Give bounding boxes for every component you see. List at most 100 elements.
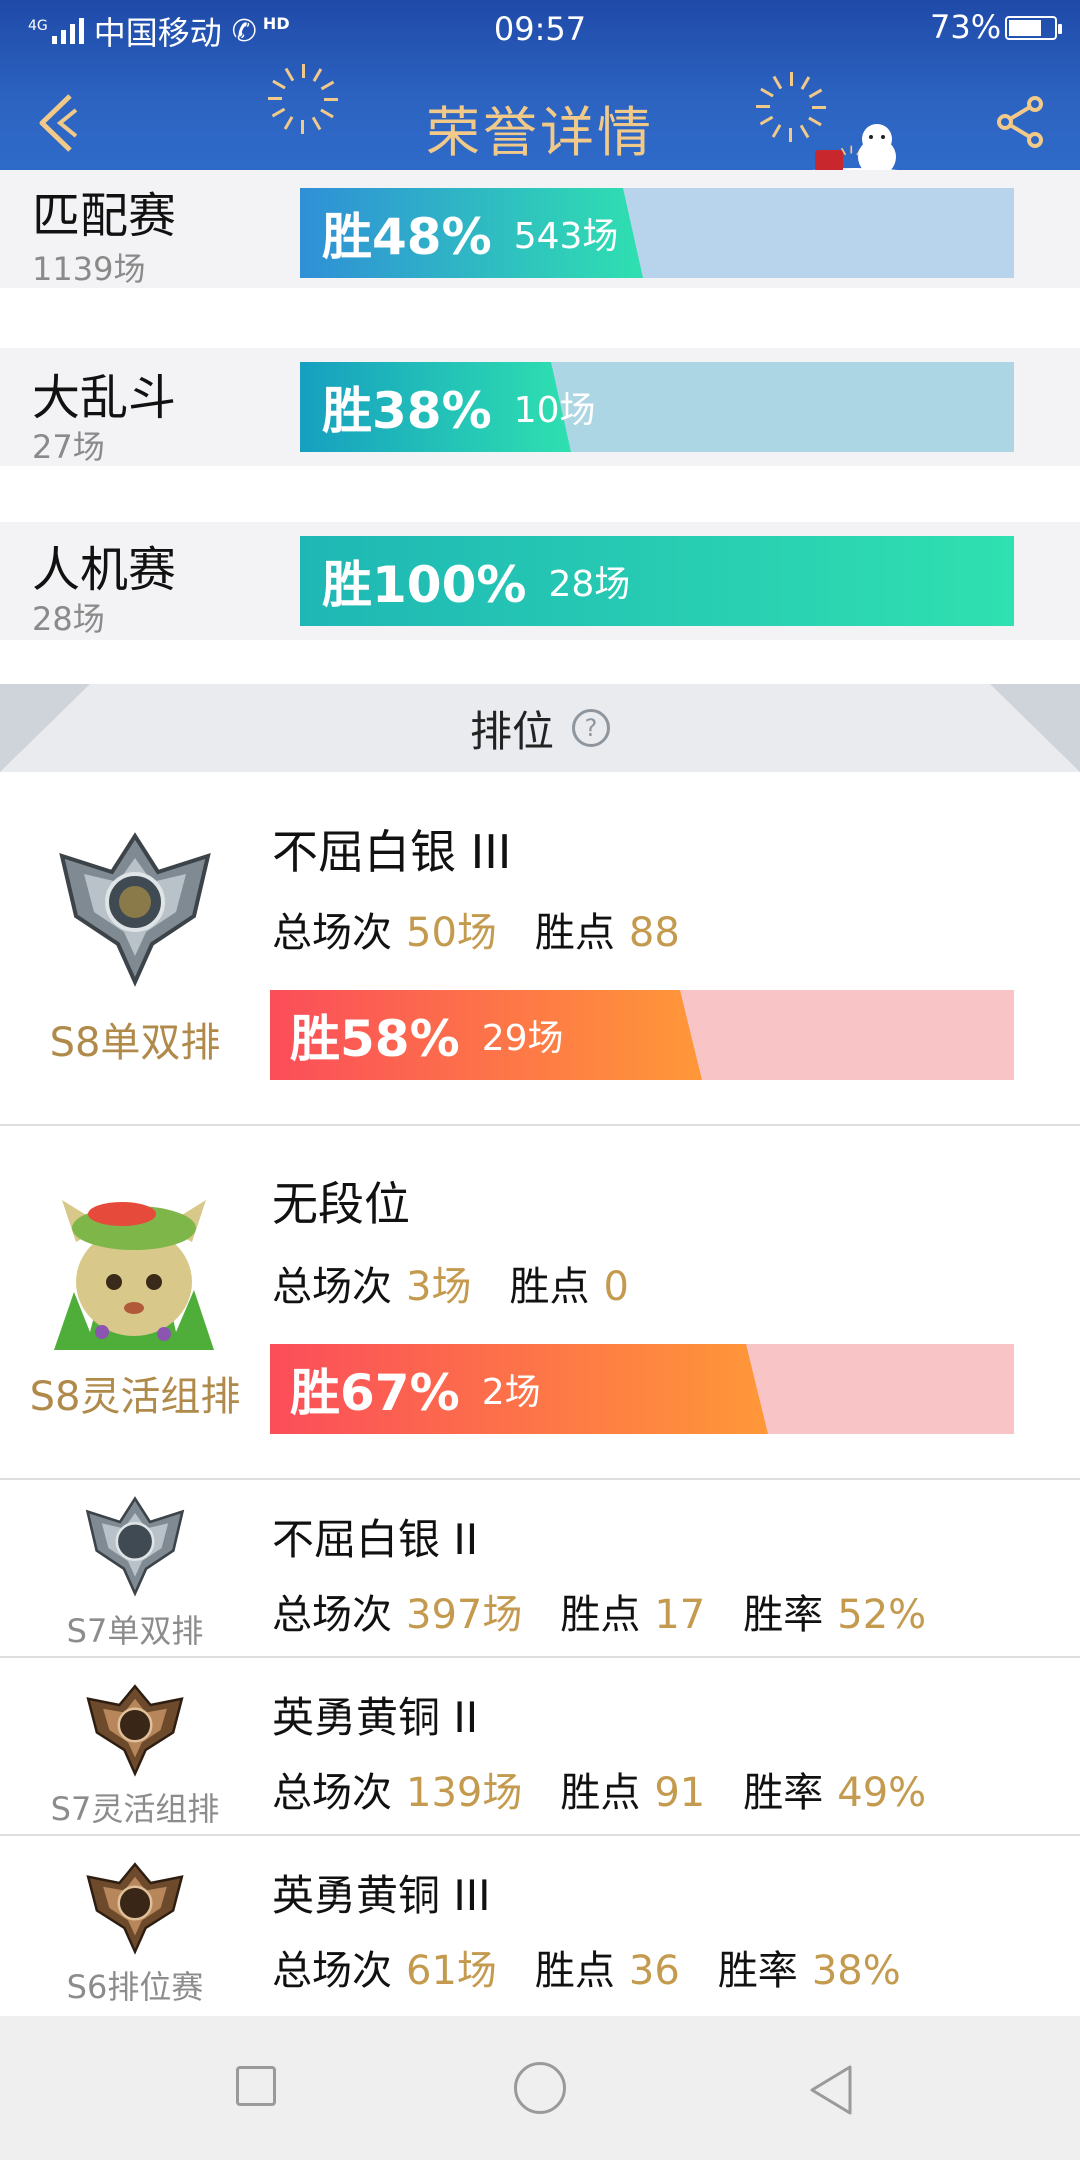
- recents-button[interactable]: [236, 2066, 276, 2106]
- match-total-count: 28场: [32, 600, 105, 638]
- rank-tier: 英勇黄铜 II: [272, 1693, 479, 1742]
- firework-ray: [320, 108, 334, 119]
- history-row[interactable]: S7灵活组排 英勇黄铜 II 总场次 139场 胜点 91 胜率 49%: [0, 1658, 1080, 1834]
- total-label: 总场次: [272, 1264, 392, 1310]
- win-rate-label: 胜48%: [322, 208, 492, 266]
- ranked-win-bar: 胜67% 2场: [270, 1344, 1014, 1434]
- rank-tier: 不屈白银 III: [272, 825, 512, 879]
- win-rate-label: 胜100%: [322, 556, 527, 614]
- firework-ray: [771, 124, 782, 138]
- points-value: 91: [654, 1770, 706, 1816]
- win-rate-bar: 胜38% 10场: [300, 362, 1014, 452]
- firework-ray: [324, 98, 338, 101]
- win-rate-label: 胜67%: [290, 1364, 460, 1422]
- home-button[interactable]: [514, 2062, 566, 2114]
- rate-label: 胜率: [743, 1592, 824, 1638]
- firework-ray: [800, 76, 811, 90]
- firework-ray: [320, 80, 335, 91]
- back-nav-button[interactable]: [806, 2063, 856, 2117]
- rank-stats: 总场次 61场 胜点 36 胜率 38%: [272, 1938, 939, 1996]
- firework-ray: [759, 115, 774, 126]
- silver-emblem-icon: [59, 832, 211, 987]
- season-label: S7灵活组排: [50, 1790, 220, 1828]
- firework-ray: [311, 116, 322, 131]
- points-value: 17: [654, 1592, 706, 1638]
- match-row-aram[interactable]: 大乱斗 27场 胜38% 10场: [0, 348, 1080, 466]
- firework-decoration: [268, 64, 338, 134]
- total-value: 139场: [406, 1770, 523, 1816]
- win-games: 10场: [513, 390, 596, 431]
- bronze-emblem-icon: [86, 1862, 184, 1955]
- firework-ray: [760, 87, 774, 98]
- total-label: 总场次: [272, 910, 392, 956]
- points-value: 36: [628, 1948, 680, 1994]
- bronze-emblem-icon: [86, 1684, 184, 1777]
- win-games: 2场: [481, 1372, 541, 1413]
- rank-stats: 总场次 50场 胜点 88: [272, 900, 718, 958]
- firework-ray: [312, 68, 323, 82]
- win-games: 29场: [481, 1018, 564, 1059]
- ranked-card-solo[interactable]: S8单双排 不屈白银 III 总场次 50场 胜点 88 胜58% 29场: [0, 772, 1080, 1124]
- firework-ray: [772, 75, 783, 90]
- silver-emblem-icon: [85, 1496, 185, 1597]
- firework-ray: [271, 107, 286, 118]
- rank-stats: 总场次 397场 胜点 17 胜率 52%: [272, 1582, 964, 1640]
- firework-ray: [812, 106, 826, 109]
- page-title: 荣誉详情: [426, 101, 654, 164]
- firework-ray: [302, 64, 305, 78]
- firework-ray: [756, 105, 770, 108]
- history-row[interactable]: S7单双排 不屈白银 II 总场次 397场 胜点 17 胜率 52%: [0, 1480, 1080, 1656]
- rank-tier: 不屈白银 II: [272, 1515, 479, 1564]
- points-value: 88: [628, 910, 680, 956]
- battery-percent: 73%: [930, 8, 1002, 46]
- match-total-count: 1139场: [32, 250, 146, 288]
- teemo-avatar-icon: [54, 1200, 214, 1350]
- firework-ray: [268, 97, 282, 100]
- rank-stats: 总场次 3场 胜点 0: [272, 1254, 667, 1312]
- firework-ray: [272, 79, 286, 90]
- firework-ray: [283, 116, 294, 130]
- match-row-normal[interactable]: 匹配赛 1139场 胜48% 543场: [0, 170, 1080, 288]
- match-row-bots[interactable]: 人机赛 28场 胜100% 28场: [0, 522, 1080, 640]
- help-icon[interactable]: ?: [572, 709, 610, 747]
- share-button[interactable]: [995, 92, 1045, 152]
- firework-ray: [284, 67, 295, 82]
- points-label: 胜点: [560, 1770, 641, 1816]
- match-name: 匹配赛: [32, 188, 177, 244]
- snowman-head: [862, 124, 892, 154]
- history-row[interactable]: S6排位赛 英勇黄铜 III 总场次 61场 胜点 36 胜率 38%: [0, 1836, 1080, 2016]
- season-label: S8单双排: [49, 1020, 221, 1066]
- ranked-card-flex[interactable]: S8灵活组排 无段位 总场次 3场 胜点 0 胜67% 2场: [0, 1126, 1080, 1478]
- win-rate-label: 胜38%: [322, 382, 492, 440]
- rate-value: 52%: [837, 1592, 927, 1638]
- win-rate-bar: 胜48% 543场: [300, 188, 1014, 278]
- section-title: 排位: [469, 706, 554, 756]
- battery-icon: [1005, 16, 1062, 40]
- total-label: 总场次: [272, 1770, 392, 1816]
- rank-tier: 无段位: [272, 1177, 410, 1231]
- match-total-count: 27场: [32, 428, 105, 466]
- firework-ray: [301, 120, 304, 134]
- rate-label: 胜率: [743, 1770, 824, 1816]
- clock: 09:57: [493, 10, 587, 48]
- win-rate-bar: 胜100% 28场: [300, 536, 1014, 626]
- total-value: 3场: [406, 1264, 472, 1310]
- match-name: 人机赛: [32, 542, 177, 598]
- ranked-win-bar: 胜58% 29场: [270, 990, 1014, 1080]
- win-games: 28场: [548, 564, 631, 605]
- points-label: 胜点: [534, 910, 615, 956]
- total-value: 61场: [406, 1948, 497, 1994]
- rank-stats: 总场次 139场 胜点 91 胜率 49%: [272, 1760, 964, 1818]
- total-value: 50场: [406, 910, 497, 956]
- share-icon: [997, 96, 1043, 148]
- firework-ray: [799, 124, 810, 139]
- rate-value: 38%: [811, 1948, 901, 1994]
- season-label: S6排位赛: [66, 1968, 204, 2006]
- win-rate-label: 胜58%: [290, 1010, 460, 1068]
- total-value: 397场: [406, 1592, 523, 1638]
- header-bar: 4G 中国移动 ✆ HD 09:57 73% 荣誉详情: [0, 0, 1080, 190]
- points-label: 胜点: [534, 1948, 615, 1994]
- ranked-section-header: 排位 ?: [0, 684, 1080, 772]
- firework-ray: [808, 88, 823, 99]
- total-label: 总场次: [272, 1592, 392, 1638]
